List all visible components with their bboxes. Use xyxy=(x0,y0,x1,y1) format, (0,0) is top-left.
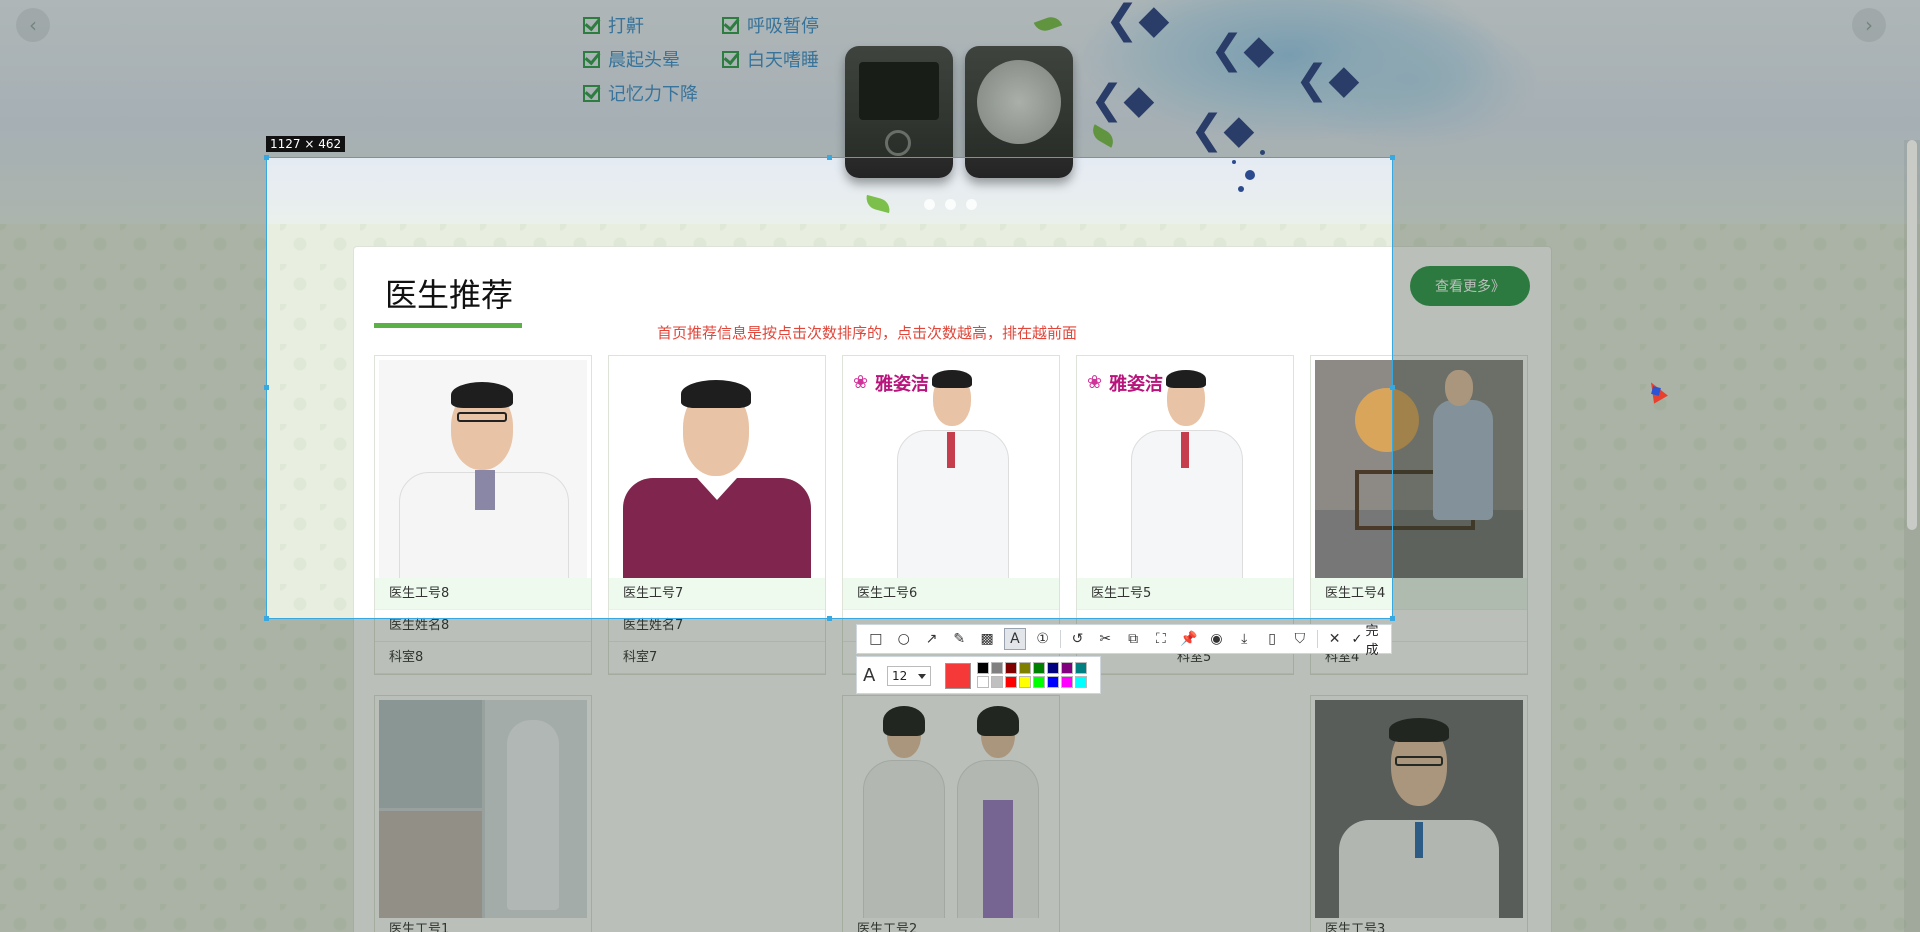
color-swatch[interactable] xyxy=(1075,676,1087,688)
done-button[interactable]: ✓ 完成 xyxy=(1352,620,1392,658)
capture-toolbar: □ ○ ↗ ✎ ▩ A ① ↺ ✂ ⧉ ⛶ 📌 ◉ ⤓ ▯ ⛉ ✕ ✓ 完成 xyxy=(856,624,1392,658)
mosaic-tool-icon[interactable]: ▩ xyxy=(976,628,998,650)
font-size-select[interactable]: 12 xyxy=(887,666,931,686)
resize-handle[interactable] xyxy=(264,155,269,160)
color-swatch[interactable] xyxy=(1033,662,1045,674)
color-swatch[interactable] xyxy=(977,676,989,688)
download-icon[interactable]: ⤓ xyxy=(1233,628,1255,650)
color-swatch[interactable] xyxy=(1019,662,1031,674)
ellipse-tool-icon[interactable]: ○ xyxy=(893,628,915,650)
page-scrollbar[interactable] xyxy=(1904,140,1920,932)
scroll-capture-icon[interactable]: ⛶ xyxy=(1150,628,1172,650)
color-swatch[interactable] xyxy=(991,676,1003,688)
resize-handle[interactable] xyxy=(264,616,269,621)
selection-size-label: 1127 × 462 xyxy=(266,136,346,152)
color-swatch[interactable] xyxy=(1005,676,1017,688)
close-icon[interactable]: ✕ xyxy=(1324,628,1346,650)
color-swatch[interactable] xyxy=(1019,676,1031,688)
capture-dim-overlay xyxy=(0,0,1920,157)
bookmark-icon[interactable]: ⛉ xyxy=(1289,628,1311,650)
color-swatch[interactable] xyxy=(1047,676,1059,688)
check-icon: ✓ xyxy=(1351,631,1363,647)
capture-selection-box[interactable] xyxy=(266,157,1393,619)
color-palette xyxy=(977,662,1087,688)
pen-tool-icon[interactable]: ✎ xyxy=(948,628,970,650)
color-swatch[interactable] xyxy=(1047,662,1059,674)
undo-icon[interactable]: ↺ xyxy=(1067,628,1089,650)
color-swatch[interactable] xyxy=(1061,676,1073,688)
chevron-down-icon xyxy=(918,674,926,679)
color-swatch[interactable] xyxy=(1075,662,1087,674)
cut-icon[interactable]: ✂ xyxy=(1094,628,1116,650)
arrow-tool-icon[interactable]: ↗ xyxy=(921,628,943,650)
color-swatch[interactable] xyxy=(1061,662,1073,674)
scrollbar-thumb[interactable] xyxy=(1907,140,1917,530)
toolbar-divider xyxy=(1316,630,1318,648)
resize-handle[interactable] xyxy=(1390,155,1395,160)
toolbar-divider xyxy=(1059,630,1061,648)
resize-handle[interactable] xyxy=(1390,385,1395,390)
record-icon[interactable]: ◉ xyxy=(1206,628,1228,650)
color-swatch[interactable] xyxy=(1005,662,1017,674)
resize-handle[interactable] xyxy=(827,616,832,621)
color-swatch[interactable] xyxy=(977,662,989,674)
phone-icon[interactable]: ▯ xyxy=(1261,628,1283,650)
text-style-bar: A 12 xyxy=(856,656,1101,694)
resize-handle[interactable] xyxy=(264,385,269,390)
color-swatch[interactable] xyxy=(991,662,1003,674)
current-color-swatch[interactable] xyxy=(945,663,971,689)
text-tool-icon[interactable]: A xyxy=(1003,628,1026,650)
color-swatch[interactable] xyxy=(1033,676,1045,688)
font-icon: A xyxy=(863,665,876,686)
rectangle-tool-icon[interactable]: □ xyxy=(865,628,887,650)
capture-dim-overlay xyxy=(0,157,266,619)
pin-icon[interactable]: 📌 xyxy=(1178,628,1200,650)
resize-handle[interactable] xyxy=(827,155,832,160)
number-tool-icon[interactable]: ① xyxy=(1032,628,1054,650)
copy-window-icon[interactable]: ⧉ xyxy=(1122,628,1144,650)
